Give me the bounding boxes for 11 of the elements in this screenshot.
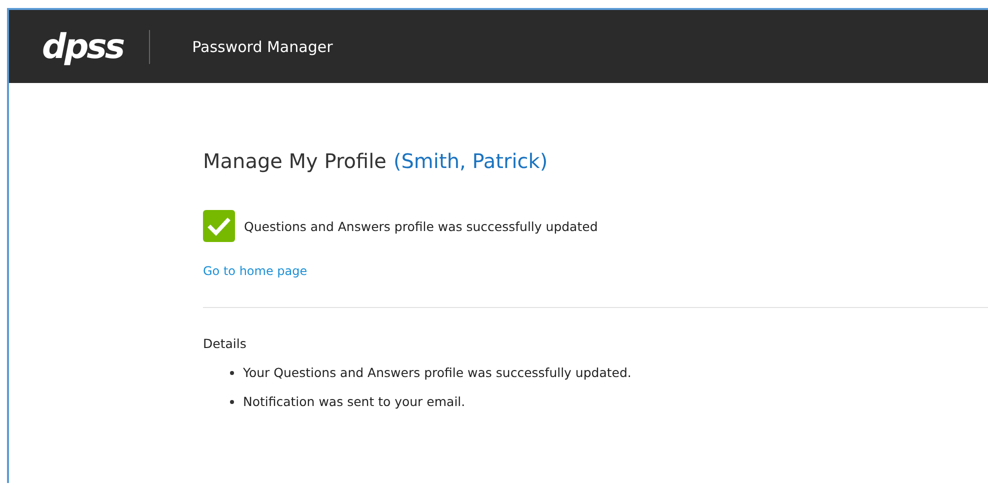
detail-item: Your Questions and Answers profile was successfully updated. xyxy=(243,365,632,380)
app-title: Password Manager xyxy=(192,38,333,56)
user-name: (Smith, Patrick) xyxy=(393,149,548,173)
bullet-icon xyxy=(230,370,234,374)
page-heading: Manage My Profile xyxy=(203,149,386,173)
logo: dpss xyxy=(42,30,124,64)
bullet-icon xyxy=(230,400,234,404)
status-message: Questions and Answers profile was successfully updated xyxy=(244,218,598,234)
home-link[interactable]: Go to home page xyxy=(203,264,308,278)
detail-item: Notification was sent to your email. xyxy=(243,394,466,409)
details-title: Details xyxy=(203,336,248,351)
